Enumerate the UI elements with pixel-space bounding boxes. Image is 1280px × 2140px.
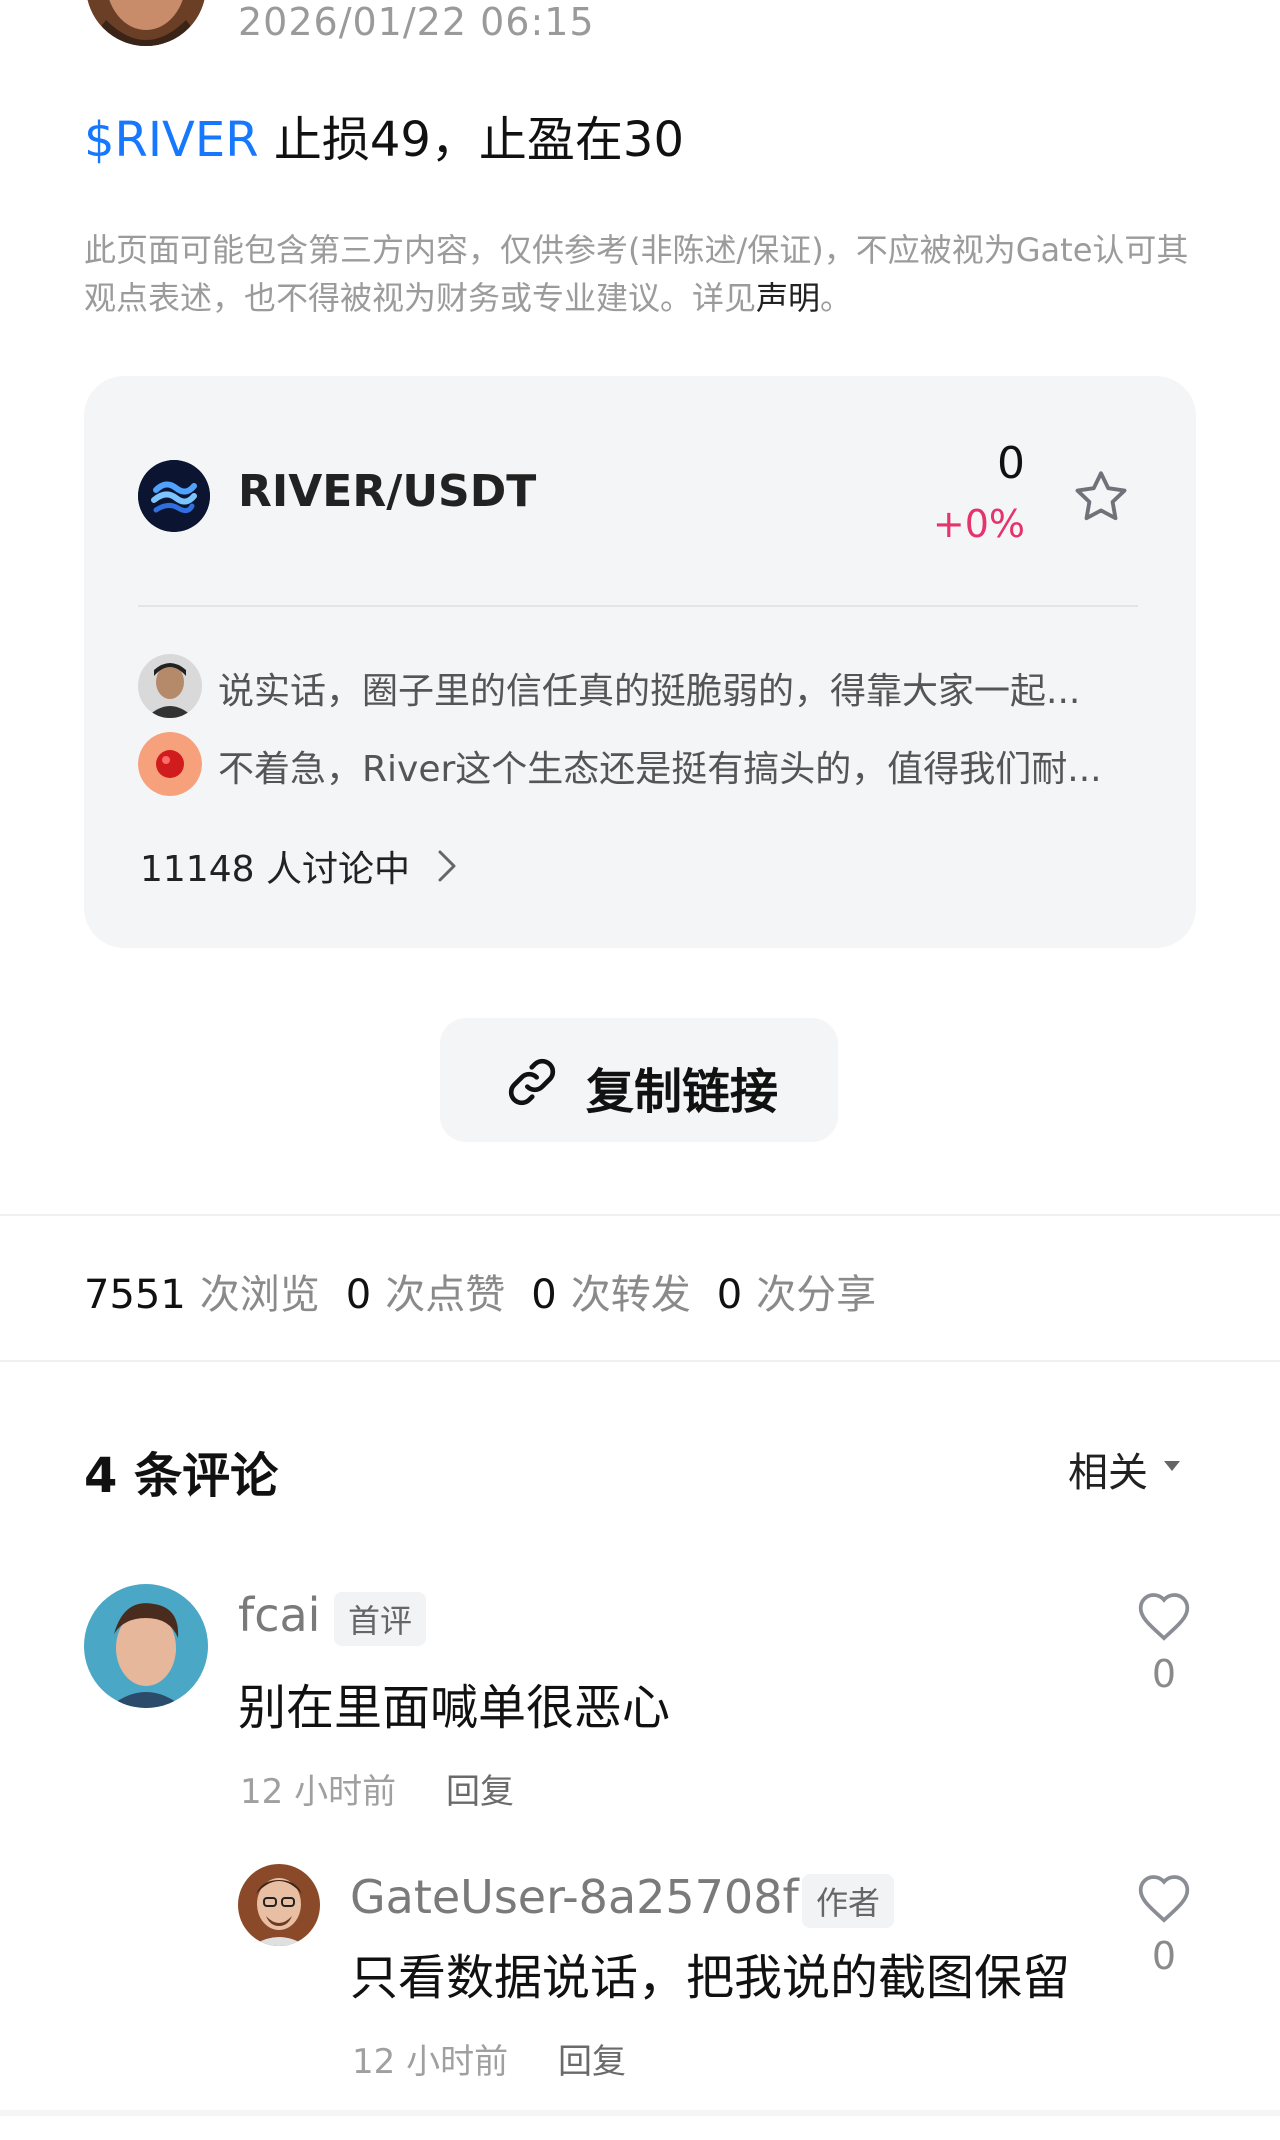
like-count: 0 xyxy=(1151,1652,1177,1696)
pair-price: 0 xyxy=(997,438,1025,489)
post-stats: 7551 次浏览 0 次点赞 0 次转发 0 次分享 xyxy=(84,1262,902,1320)
pair-change: +0% xyxy=(932,502,1025,546)
chevron-right-icon[interactable] xyxy=(432,846,462,886)
reposts-label: 次转发 xyxy=(570,1272,691,1318)
avatar xyxy=(138,732,202,796)
star-outline-icon[interactable] xyxy=(1070,466,1132,528)
divider xyxy=(0,2110,1280,2116)
first-comment-badge: 首评 xyxy=(334,1592,427,1646)
likes-count: 0 xyxy=(345,1272,372,1318)
comments-count-title: 4 条评论 xyxy=(84,1448,279,1504)
river-coin-icon xyxy=(138,460,210,532)
author-avatar[interactable] xyxy=(86,0,206,46)
comment-time: 12 小时前 xyxy=(352,2042,509,2082)
shares-count: 0 xyxy=(716,1272,743,1318)
divider xyxy=(0,1360,1280,1362)
sort-dropdown[interactable]: 相关 xyxy=(1068,1440,1148,1498)
link-icon xyxy=(504,1054,560,1110)
copy-link-label: 复制链接 xyxy=(586,1064,779,1120)
author-badge: 作者 xyxy=(802,1874,895,1928)
avatar xyxy=(138,654,202,718)
commenter-avatar[interactable] xyxy=(238,1864,320,1946)
disclaimer-text: 此页面可能包含第三方内容，仅供参考(非陈述/保证)，不应被视为Gate认可其观点… xyxy=(84,231,1189,317)
reposts-count: 0 xyxy=(531,1272,557,1318)
card-divider xyxy=(138,605,1138,607)
discussion-count[interactable]: 11148 人讨论中 xyxy=(140,840,410,892)
divider xyxy=(0,1214,1280,1216)
views-count: 7551 xyxy=(84,1272,186,1318)
shares-label: 次分享 xyxy=(756,1272,877,1318)
comment-text: 别在里面喊单很恶心 xyxy=(238,1680,671,1736)
ticker-link[interactable]: $RIVER xyxy=(84,112,259,168)
discussion-preview-item[interactable]: 不着急，River这个生态还是挺有搞头的，值得我们耐... xyxy=(138,732,1138,798)
discussion-preview-text: 不着急，River这个生态还是挺有搞头的，值得我们耐... xyxy=(218,749,1102,790)
commenter-name[interactable]: GateUser-8a25708f xyxy=(350,1870,799,1924)
disclaimer-link[interactable]: 声明 xyxy=(756,279,820,317)
comment-text: 只看数据说话，把我说的截图保留 xyxy=(350,1950,1071,2006)
heart-icon[interactable] xyxy=(1136,1590,1192,1642)
commenter-name[interactable]: fcai xyxy=(238,1588,320,1642)
discussion-preview-text: 说实话，圈子里的信任真的挺脆弱的，得靠大家一起... xyxy=(218,671,1081,712)
reply-button[interactable]: 回复 xyxy=(446,1764,514,1813)
trading-pair[interactable]: RIVER/USDT xyxy=(238,466,536,517)
disclaimer: 此页面可能包含第三方内容，仅供参考(非陈述/保证)，不应被视为Gate认可其观点… xyxy=(84,226,1194,322)
views-label: 次浏览 xyxy=(199,1272,320,1318)
disclaimer-end: 。 xyxy=(820,279,853,317)
likes-label: 次点赞 xyxy=(385,1272,506,1318)
like-count: 0 xyxy=(1151,1934,1177,1978)
caret-down-icon[interactable] xyxy=(1162,1458,1182,1472)
comment-time: 12 小时前 xyxy=(240,1772,397,1812)
commenter-avatar[interactable] xyxy=(84,1584,208,1708)
post-timestamp: 2026/01/22 06:15 xyxy=(238,0,595,44)
post-content: $RIVER 止损49，止盈在30 xyxy=(84,100,684,170)
post-text: 止损49，止盈在30 xyxy=(258,112,684,168)
discussion-preview-item[interactable]: 说实话，圈子里的信任真的挺脆弱的，得靠大家一起... xyxy=(138,654,1138,720)
heart-icon[interactable] xyxy=(1136,1872,1192,1924)
reply-button[interactable]: 回复 xyxy=(558,2034,626,2083)
